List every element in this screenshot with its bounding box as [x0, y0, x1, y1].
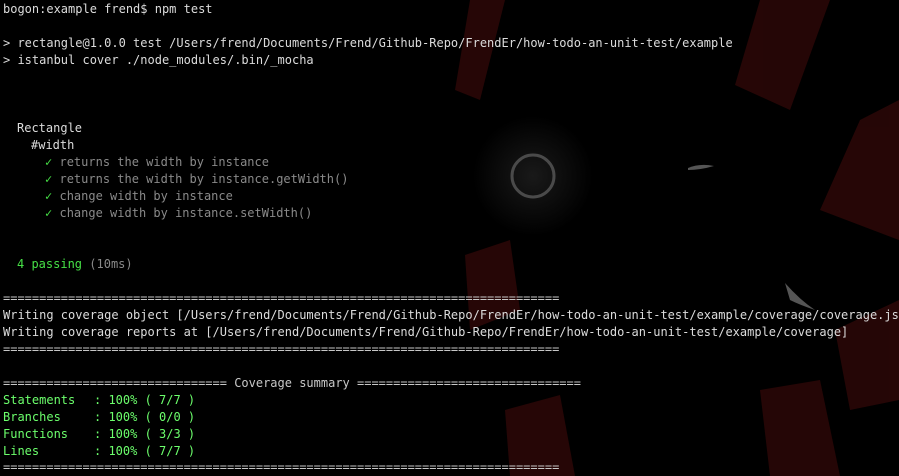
coverage-row-lines: Lines : 100% ( 7/7 ): [3, 443, 195, 460]
coverage-row-statements: Statements : 100% ( 7/7 ): [3, 392, 195, 409]
test-title: returns the width by instance.getWidth(): [59, 172, 349, 186]
passing-summary: 4 passing (10ms): [17, 256, 133, 273]
coverage-value: : 100% ( 3/3 ): [94, 427, 196, 441]
checkmark-icon: ✓: [45, 172, 53, 186]
npm-output-line: > istanbul cover ./node_modules/.bin/_mo…: [3, 53, 314, 67]
coverage-label: Branches: [3, 410, 61, 424]
suite-name: Rectangle: [17, 121, 83, 135]
terminal-window[interactable]: bogon:example frend$ npm test > rectangl…: [3, 0, 899, 476]
test-title: change width by instance: [59, 189, 233, 203]
coverage-row-functions: Functions : 100% ( 3/3 ): [3, 426, 195, 443]
coverage-label: Lines: [3, 444, 40, 458]
passing-duration: (10ms): [89, 257, 133, 271]
test-result-row: ✓ returns the width by instance.getWidth…: [45, 171, 348, 188]
passing-count: 4 passing: [17, 257, 83, 271]
coverage-value: : 100% ( 7/7 ): [94, 393, 196, 407]
subsuite-name: #width: [31, 138, 75, 152]
separator-line: ========================================…: [3, 460, 560, 474]
coverage-value: : 100% ( 7/7 ): [94, 444, 196, 458]
checkmark-icon: ✓: [45, 206, 53, 220]
coverage-row-branches: Branches : 100% ( 0/0 ): [3, 409, 195, 426]
separator-line: ========================================…: [3, 342, 560, 356]
coverage-write-line: Writing coverage reports at [/Users/fren…: [3, 325, 849, 339]
coverage-label: Functions: [3, 427, 69, 441]
coverage-value: : 100% ( 0/0 ): [94, 410, 196, 424]
separator-line: ========================================…: [3, 291, 560, 305]
checkmark-icon: ✓: [45, 155, 53, 169]
coverage-summary-header: =============================== Coverage…: [3, 376, 581, 390]
coverage-label: Statements: [3, 393, 76, 407]
checkmark-icon: ✓: [45, 189, 53, 203]
test-title: change width by instance.setWidth(): [59, 206, 313, 220]
npm-output-line: > rectangle@1.0.0 test /Users/frend/Docu…: [3, 36, 733, 50]
coverage-write-line: Writing coverage object [/Users/frend/Do…: [3, 308, 899, 322]
test-result-row: ✓ returns the width by instance: [45, 154, 269, 171]
test-result-row: ✓ change width by instance: [45, 188, 233, 205]
test-title: returns the width by instance: [59, 155, 269, 169]
shell-prompt: bogon:example frend$ npm test: [3, 2, 213, 16]
test-result-row: ✓ change width by instance.setWidth(): [45, 205, 312, 222]
